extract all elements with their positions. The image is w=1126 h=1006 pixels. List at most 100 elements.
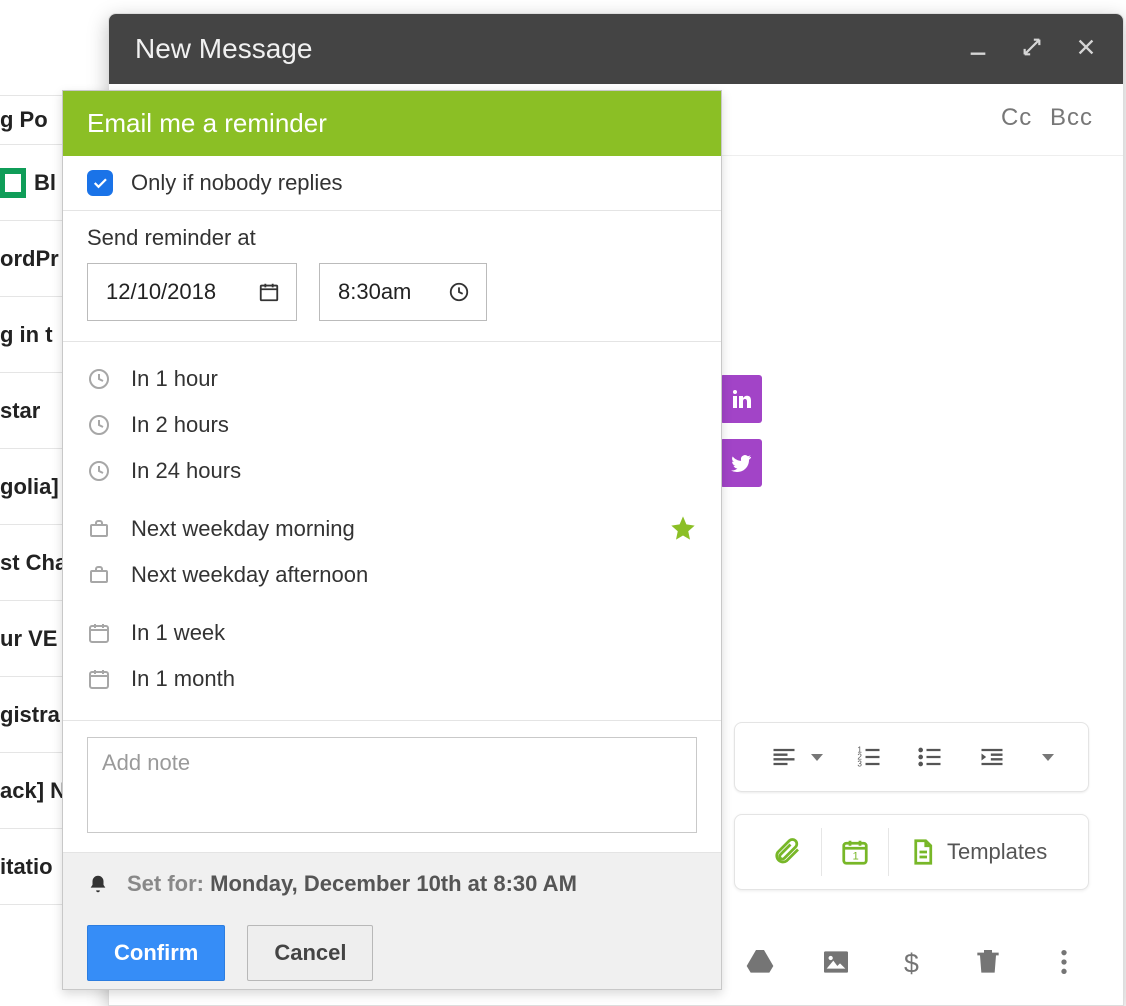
preset-label: In 1 month: [131, 666, 235, 692]
numbered-list-icon: 123: [854, 743, 884, 771]
twitter-share-button[interactable]: [720, 439, 762, 487]
preset-label: In 1 hour: [131, 366, 218, 392]
calendar-icon: [87, 621, 111, 645]
sheets-icon: [0, 168, 26, 198]
inbox-row: g in t: [0, 297, 62, 373]
favorite-star-icon[interactable]: [669, 514, 697, 542]
preset-in-2-hours[interactable]: In 2 hours: [87, 402, 697, 448]
preset-in-1-month[interactable]: In 1 month: [87, 656, 697, 702]
cancel-button[interactable]: Cancel: [247, 925, 373, 981]
preset-label: In 2 hours: [131, 412, 229, 438]
templates-label: Templates: [947, 839, 1047, 865]
preset-in-1-hour[interactable]: In 1 hour: [87, 356, 697, 402]
set-for-row: Set for: Monday, December 10th at 8:30 A…: [63, 852, 721, 915]
image-icon: [820, 946, 852, 978]
clock-icon: [87, 413, 111, 437]
only-if-nobody-replies-label: Only if nobody replies: [131, 170, 343, 196]
outdent-icon: [977, 743, 1007, 771]
only-if-nobody-replies-row[interactable]: Only if nobody replies: [63, 156, 721, 211]
preset-in-24-hours[interactable]: In 24 hours: [87, 448, 697, 494]
more-options-button[interactable]: [1048, 946, 1080, 983]
preset-label: In 24 hours: [131, 458, 241, 484]
popup-button-row: Confirm Cancel: [63, 915, 721, 989]
send-reminder-at-label: Send reminder at: [87, 225, 697, 251]
calendar-icon: [258, 281, 280, 303]
svg-text:$: $: [904, 948, 919, 977]
confirm-button[interactable]: Confirm: [87, 925, 225, 981]
svg-text:1: 1: [853, 851, 859, 863]
send-money-button[interactable]: $: [896, 946, 928, 983]
set-for-value: Monday, December 10th at 8:30 AM: [210, 871, 577, 896]
only-if-nobody-replies-checkbox[interactable]: [87, 170, 113, 196]
attach-file-button[interactable]: [755, 828, 822, 876]
inbox-row: st Cha: [0, 525, 62, 601]
clock-icon: [448, 281, 470, 303]
fullscreen-button[interactable]: [1021, 36, 1043, 63]
note-textarea[interactable]: [87, 737, 697, 833]
chevron-down-icon: [811, 754, 823, 761]
insert-image-button[interactable]: [820, 946, 852, 983]
popup-header: Email me a reminder: [63, 91, 721, 156]
bulleted-list-icon: [915, 743, 945, 771]
paperclip-icon: [773, 837, 803, 867]
briefcase-icon: [87, 517, 111, 541]
set-for-prefix: Set for:: [127, 871, 204, 896]
reminder-date-input[interactable]: 12/10/2018: [87, 263, 297, 321]
numbered-list-button[interactable]: 123: [854, 743, 884, 771]
calendar-icon: [87, 667, 111, 691]
templates-button[interactable]: Templates: [889, 828, 1068, 876]
bulleted-list-button[interactable]: [915, 743, 945, 771]
preset-label: Next weekday afternoon: [131, 562, 368, 588]
formatting-toolbar: 123: [734, 722, 1089, 792]
drive-button[interactable]: [744, 946, 776, 983]
reminder-popup: Email me a reminder Only if nobody repli…: [62, 90, 722, 990]
preset-label: Next weekday morning: [131, 516, 355, 542]
align-button[interactable]: [769, 743, 823, 771]
clock-icon: [87, 459, 111, 483]
discard-draft-button[interactable]: [972, 946, 1004, 983]
svg-text:3: 3: [857, 759, 862, 768]
dollar-icon: $: [896, 946, 928, 978]
briefcase-icon: [87, 563, 111, 587]
preset-list: In 1 hour In 2 hours In 24 hours Next we…: [63, 342, 721, 721]
inbox-row: itatio: [0, 829, 62, 905]
document-icon: [907, 837, 937, 867]
reminder-time-value: 8:30am: [338, 279, 411, 305]
inbox-row: gistra: [0, 677, 62, 753]
compose-tools-row: $: [734, 934, 1089, 994]
drive-icon: [744, 946, 776, 978]
note-section: [63, 721, 721, 852]
twitter-icon: [729, 451, 753, 475]
inbox-row: Bl: [0, 145, 62, 221]
preset-label: In 1 week: [131, 620, 225, 646]
align-left-icon: [769, 743, 799, 771]
inbox-row: ordPr: [0, 221, 62, 297]
more-formatting-button[interactable]: [1038, 754, 1054, 761]
calendar-icon: 1: [840, 837, 870, 867]
trash-icon: [972, 946, 1004, 978]
inbox-row: star: [0, 373, 62, 449]
linkedin-icon: [729, 387, 753, 411]
bcc-link[interactable]: Bcc: [1050, 104, 1093, 131]
inbox-row: g Po: [0, 95, 62, 145]
preset-next-weekday-afternoon[interactable]: Next weekday afternoon: [87, 552, 697, 598]
chevron-down-icon: [1042, 754, 1054, 761]
linkedin-share-button[interactable]: [720, 375, 762, 423]
send-reminder-at-section: Send reminder at 12/10/2018 8:30am: [63, 211, 721, 342]
check-icon: [91, 174, 109, 192]
minimize-button[interactable]: [967, 36, 989, 63]
inbox-row: ack] N: [0, 753, 62, 829]
preset-in-1-week[interactable]: In 1 week: [87, 610, 697, 656]
reminder-date-value: 12/10/2018: [106, 279, 216, 305]
insert-calendar-button[interactable]: 1: [822, 828, 889, 876]
reminder-time-input[interactable]: 8:30am: [319, 263, 487, 321]
cc-link[interactable]: Cc: [1001, 104, 1032, 131]
inbox-background: g Po Bl ordPr g in t star golia] st Cha …: [0, 95, 62, 905]
outdent-button[interactable]: [977, 743, 1007, 771]
close-button[interactable]: [1075, 36, 1097, 63]
social-share-column: [720, 375, 762, 487]
compose-header: New Message: [109, 14, 1123, 84]
clock-icon: [87, 367, 111, 391]
preset-next-weekday-morning[interactable]: Next weekday morning: [87, 506, 697, 552]
compose-title: New Message: [135, 33, 312, 65]
